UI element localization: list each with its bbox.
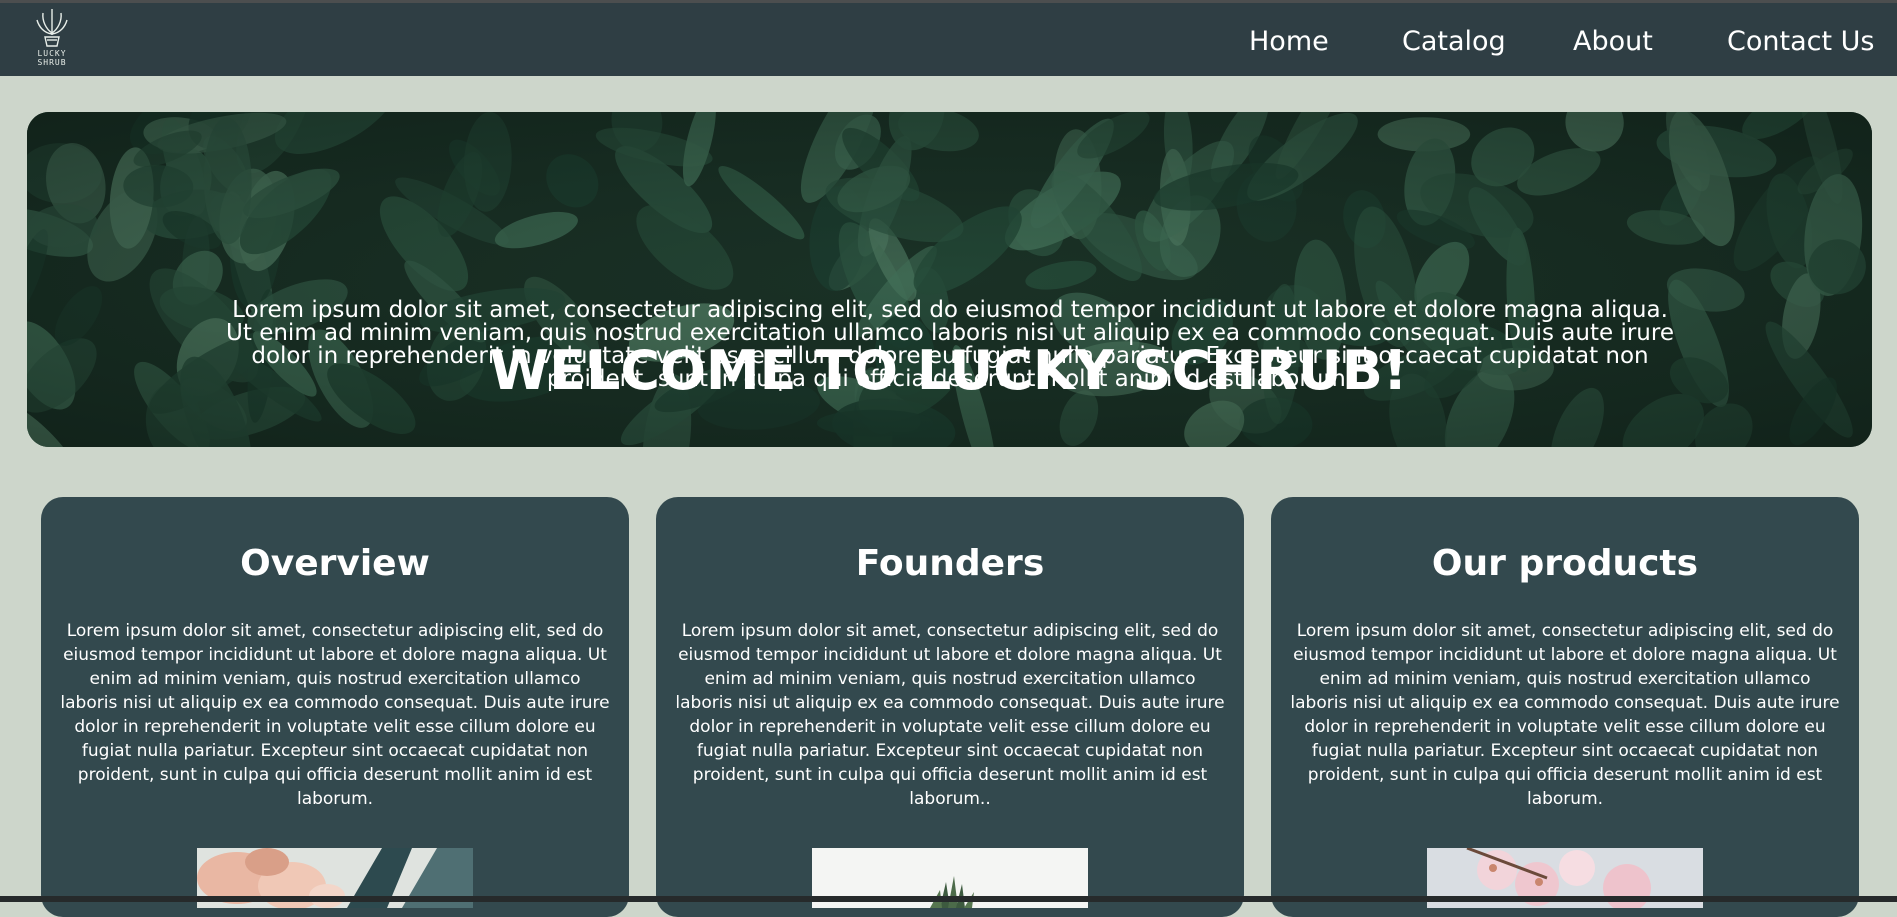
card-title: Overview (240, 543, 430, 584)
hero-banner: WELCOME TO LUCKY SCHRUB! Lorem ipsum dol… (27, 112, 1872, 447)
nav-contact-us[interactable]: Contact Us (1727, 25, 1874, 59)
nav-home[interactable]: Home (1249, 25, 1329, 59)
card-founders: Founders Lorem ipsum dolor sit amet, con… (656, 497, 1244, 917)
card-text: Lorem ipsum dolor sit amet, consectetur … (60, 621, 610, 809)
nav-catalog[interactable]: Catalog (1402, 25, 1506, 59)
card-title: Our products (1431, 543, 1699, 584)
navbar: LUCKY SHRUB Home Catalog About Contact U… (0, 3, 1897, 76)
nav-about[interactable]: About (1573, 25, 1653, 59)
plant-logo-icon (36, 9, 68, 47)
hero-description: Lorem ipsum dolor sit amet, consectetur … (226, 297, 1674, 392)
bottom-border (0, 896, 1897, 902)
card-text: Lorem ipsum dolor sit amet, consectetur … (1290, 621, 1840, 809)
card-text: Lorem ipsum dolor sit amet, consectetur … (675, 621, 1225, 809)
card-title: Founders (855, 543, 1045, 584)
card-our-products: Our products Lorem ipsum dolor sit amet,… (1271, 497, 1859, 917)
card-overview: Overview Lorem ipsum dolor sit amet, con… (41, 497, 629, 917)
logo-text: LUCKY SHRUB (37, 49, 67, 67)
logo[interactable]: LUCKY SHRUB (32, 5, 72, 73)
